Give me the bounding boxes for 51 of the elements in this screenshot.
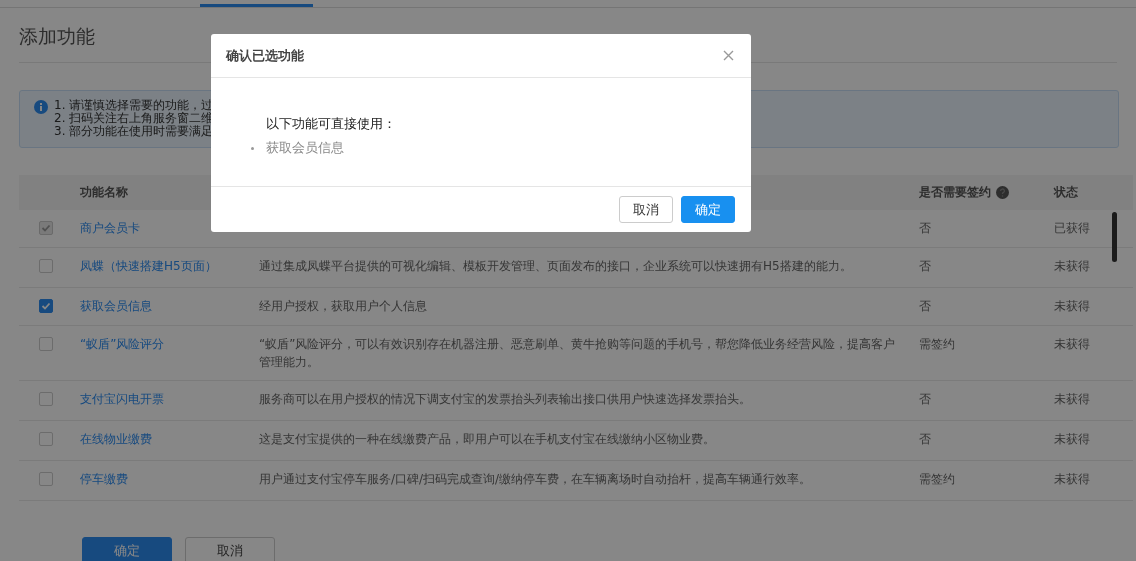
status-value: 未获得: [1054, 392, 1090, 406]
confirm-button[interactable]: 确定: [82, 537, 172, 561]
status-value: 已获得: [1054, 221, 1090, 235]
cancel-button[interactable]: 取消: [619, 196, 673, 223]
signing-value: 否: [919, 299, 931, 313]
feature-name: 获取会员信息: [266, 139, 344, 157]
column-header: 是否需要签约: [919, 184, 991, 201]
signing-value: 否: [919, 392, 931, 406]
notice-line: 3. 部分功能在使用时需要满足: [54, 125, 214, 138]
feature-link[interactable]: “蚁盾”风险评分: [80, 337, 165, 351]
feature-link[interactable]: 凤蝶（快速搭建H5页面）: [80, 259, 217, 273]
notice-line: 1. 请谨慎选择需要的功能，过: [54, 99, 214, 112]
feature-link[interactable]: 获取会员信息: [80, 299, 152, 313]
confirm-button[interactable]: 确定: [681, 196, 735, 223]
check-icon: [41, 223, 51, 233]
checkbox[interactable]: [39, 259, 53, 273]
info-icon: [34, 100, 48, 114]
status-value: 未获得: [1054, 337, 1090, 351]
signing-value: 否: [919, 221, 931, 235]
column-header: 功能名称: [80, 185, 128, 199]
bullet-icon: [251, 146, 254, 150]
checkbox[interactable]: [39, 432, 53, 446]
status-value: 未获得: [1054, 299, 1090, 313]
signing-value: 需签约: [919, 472, 955, 486]
feature-description: 通过集成凤蝶平台提供的可视化编辑、模板开发管理、页面发布的接口，企业系统可以快速拥有H5搭建的能力。: [259, 259, 852, 273]
feature-description: 经用户授权，获取用户个人信息: [259, 299, 427, 313]
checkbox[interactable]: [39, 299, 53, 313]
checkbox[interactable]: [39, 337, 53, 351]
checkbox[interactable]: [39, 472, 53, 486]
check-icon: [41, 301, 51, 311]
dialog-message: 以下功能可直接使用：: [266, 115, 397, 133]
signing-value: 否: [919, 259, 931, 273]
feature-description: 这是支付宝提供的一种在线缴费产品，即用户可以在手机支付宝在线缴纳小区物业费。: [259, 432, 715, 446]
status-value: 未获得: [1054, 472, 1090, 486]
feature-link[interactable]: 停车缴费: [80, 472, 128, 486]
status-value: 未获得: [1054, 432, 1090, 446]
column-header: 状态: [1054, 185, 1078, 199]
feature-link[interactable]: 支付宝闪电开票: [80, 392, 164, 406]
checkbox[interactable]: [39, 392, 53, 406]
dialog-title: 确认已选功能: [226, 46, 304, 65]
close-icon[interactable]: [723, 50, 734, 61]
cancel-button[interactable]: 取消: [185, 537, 275, 561]
feature-description: 服务商可以在用户授权的情况下调支付宝的发票抬头列表输出接口供用户快速选择发票抬头。: [259, 392, 751, 406]
scrollbar-thumb[interactable]: [1112, 212, 1117, 262]
feature-link[interactable]: 在线物业缴费: [80, 432, 152, 446]
status-value: 未获得: [1054, 259, 1090, 273]
help-icon[interactable]: [996, 186, 1009, 199]
feature-description: 用户通过支付宝停车服务/口碑/扫码完成查询/缴纳停车费，在车辆离场时自动抬杆，提高车辆通行效率。: [259, 472, 812, 486]
signing-value: 否: [919, 432, 931, 446]
signing-value: 需签约: [919, 337, 955, 351]
feature-description: “蚁盾”风险评分，可以有效识别存在机器注册、恶意刷单、黄牛抢购等问题的手机号，帮您降低业务经营风险，提高客户管理能力。: [259, 337, 896, 369]
